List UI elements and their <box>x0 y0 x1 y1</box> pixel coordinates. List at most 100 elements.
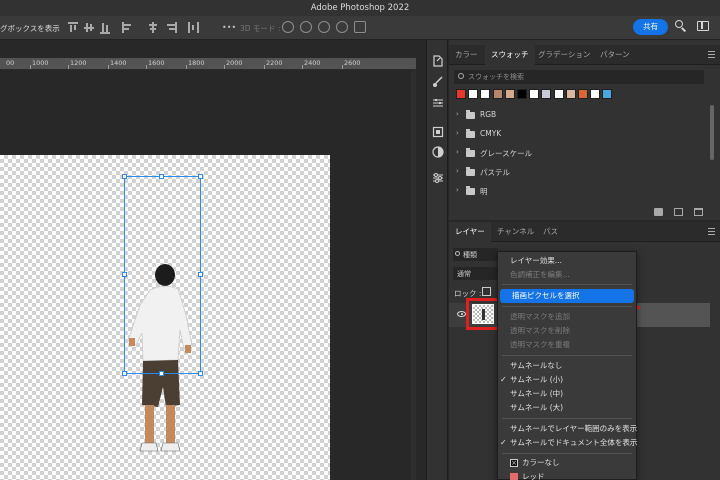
workspace-icon[interactable] <box>697 21 709 31</box>
blend-mode-select[interactable]: 通常 <box>453 267 498 280</box>
tab-channels[interactable]: チャンネル <box>491 222 540 242</box>
transform-handle[interactable] <box>122 371 127 376</box>
transform-bounding-box[interactable] <box>124 176 201 374</box>
align-center-icon[interactable] <box>148 22 158 33</box>
color-swatch[interactable] <box>541 89 552 99</box>
swatch-folder-grayscale[interactable]: › グレースケール <box>456 147 706 161</box>
new-swatch-icon[interactable] <box>674 208 683 216</box>
color-swatch[interactable] <box>480 89 491 99</box>
color-swatch[interactable] <box>468 89 479 99</box>
color-swatch[interactable] <box>529 89 540 99</box>
color-swatch[interactable] <box>578 89 588 99</box>
transform-handle[interactable] <box>122 272 127 277</box>
menu-item-thumbnail-large[interactable]: サムネール (大) <box>498 401 636 415</box>
more-options-icon[interactable]: ••• <box>222 23 236 32</box>
folder-label: RGB <box>480 110 497 119</box>
panel-menu-icon[interactable] <box>708 228 715 235</box>
menu-item-red[interactable]: レッド <box>498 470 636 480</box>
tab-swatches[interactable]: スウォッチ <box>485 45 535 65</box>
layer-filter-label: 種類 <box>463 251 477 259</box>
color-swatch[interactable] <box>602 89 613 99</box>
trash-icon[interactable] <box>694 208 703 216</box>
adjustments-icon[interactable] <box>432 97 444 109</box>
color-swatch[interactable] <box>504 89 515 99</box>
chevron-right-icon[interactable]: › <box>456 186 459 194</box>
align-left-icon[interactable] <box>122 22 132 33</box>
color-swatch[interactable] <box>517 89 527 99</box>
color-swatch[interactable] <box>492 89 503 99</box>
swatches-scrollbar[interactable] <box>710 105 714 160</box>
distribute-icon[interactable] <box>188 22 199 33</box>
ruler-label: 2000 <box>226 59 243 67</box>
ruler-label: 2200 <box>266 59 283 67</box>
layer-filter-select[interactable]: 種類 <box>453 248 498 261</box>
search-icon <box>455 251 460 256</box>
tab-gradients[interactable]: グラデーション <box>532 45 596 65</box>
menu-item-layer-effects[interactable]: レイヤー効果... <box>498 254 636 268</box>
tab-patterns[interactable]: パターン <box>594 45 636 65</box>
menu-item-thumbnail-entire-document[interactable]: ✓ サムネールでドキュメント全体を表示 <box>498 436 637 450</box>
properties-icon[interactable] <box>432 126 444 138</box>
auto-select-label[interactable]: グボックスを表示 <box>0 23 60 34</box>
transform-handle[interactable] <box>122 174 127 179</box>
color-swatch[interactable] <box>565 89 576 99</box>
brush-icon[interactable] <box>432 76 444 88</box>
roll-3d-icon <box>300 21 312 33</box>
transform-handle[interactable] <box>198 371 203 376</box>
tab-layers[interactable]: レイヤー <box>449 222 491 242</box>
panel-icon-strip <box>426 40 448 480</box>
ruler-label: 00 <box>6 59 15 67</box>
eye-icon[interactable] <box>457 311 466 317</box>
chevron-right-icon[interactable]: › <box>456 110 459 118</box>
menu-item-intersect-transparency-mask: 透明マスクを重複 <box>510 340 570 349</box>
align-middle-icon[interactable] <box>84 22 94 33</box>
chevron-right-icon[interactable]: › <box>456 129 459 137</box>
menu-item-thumbnail-small[interactable]: ✓ サムネール (小) <box>498 373 636 387</box>
transform-handle[interactable] <box>159 174 164 179</box>
folder-label: グレースケール <box>480 149 533 158</box>
ruler-label: 1000 <box>32 59 49 67</box>
menu-item-select-pixels[interactable]: 描画ピクセルを選択 <box>500 289 634 303</box>
share-button[interactable]: 共有 <box>633 19 668 35</box>
tab-paths[interactable]: パス <box>537 222 564 242</box>
transform-handle[interactable] <box>198 272 203 277</box>
swatch-folder-rgb[interactable]: › RGB <box>456 109 706 123</box>
transform-handle[interactable] <box>159 371 164 376</box>
align-top-icon[interactable] <box>68 22 78 33</box>
transform-handle[interactable] <box>198 174 203 179</box>
menu-item-thumbnail-layer-bounds[interactable]: サムネールでレイヤー範囲のみを表示 <box>498 422 637 436</box>
chevron-right-icon[interactable]: › <box>456 167 459 175</box>
menu-item-no-color[interactable]: カラーなし <box>498 456 636 470</box>
new-folder-icon[interactable] <box>654 208 663 216</box>
history-brush-icon[interactable] <box>432 55 444 67</box>
swatch-search-input[interactable]: スウォッチを検索 <box>454 70 704 84</box>
menu-item-no-thumbnail[interactable]: サムネールなし <box>498 359 636 373</box>
scale-3d-icon <box>354 21 366 33</box>
layer-context-menu: レイヤー効果... 色調補正を編集... 描画ピクセルを選択 透明マスクを追加 … <box>497 251 637 480</box>
search-icon[interactable] <box>675 20 687 32</box>
chevron-right-icon[interactable]: › <box>456 148 459 156</box>
canvas-scrollbar[interactable] <box>411 71 416 480</box>
ruler-label: 1400 <box>110 59 127 67</box>
align-bottom-icon[interactable] <box>100 22 110 34</box>
ruler-label: 1600 <box>148 59 165 67</box>
canvas-area[interactable] <box>0 71 416 480</box>
drag-3d-icon <box>318 21 330 33</box>
color-swatch[interactable] <box>553 89 564 99</box>
swatch-folder-cmyk[interactable]: › CMYK <box>456 128 706 142</box>
sliders-icon[interactable] <box>432 172 444 184</box>
swatch-folder-light[interactable]: › 明 <box>456 185 706 199</box>
color-swatch[interactable] <box>456 89 466 99</box>
menu-item-add-transparency-mask: 透明マスクを追加 <box>510 312 570 321</box>
lock-transparency-icon[interactable] <box>482 287 491 296</box>
menu-item-thumbnail-medium[interactable]: サムネール (中) <box>498 387 636 401</box>
layers-tabs: レイヤー チャンネル パス <box>449 222 720 242</box>
folder-icon <box>466 129 475 138</box>
tab-color[interactable]: カラー <box>449 45 484 65</box>
layer-row-selected[interactable] <box>630 303 710 327</box>
color-swatch[interactable] <box>590 89 601 99</box>
swatch-folder-pastel[interactable]: › パステル <box>456 166 706 180</box>
color-circle-icon[interactable] <box>432 146 444 158</box>
panel-menu-icon[interactable] <box>708 51 715 58</box>
align-right-icon[interactable] <box>166 22 177 33</box>
